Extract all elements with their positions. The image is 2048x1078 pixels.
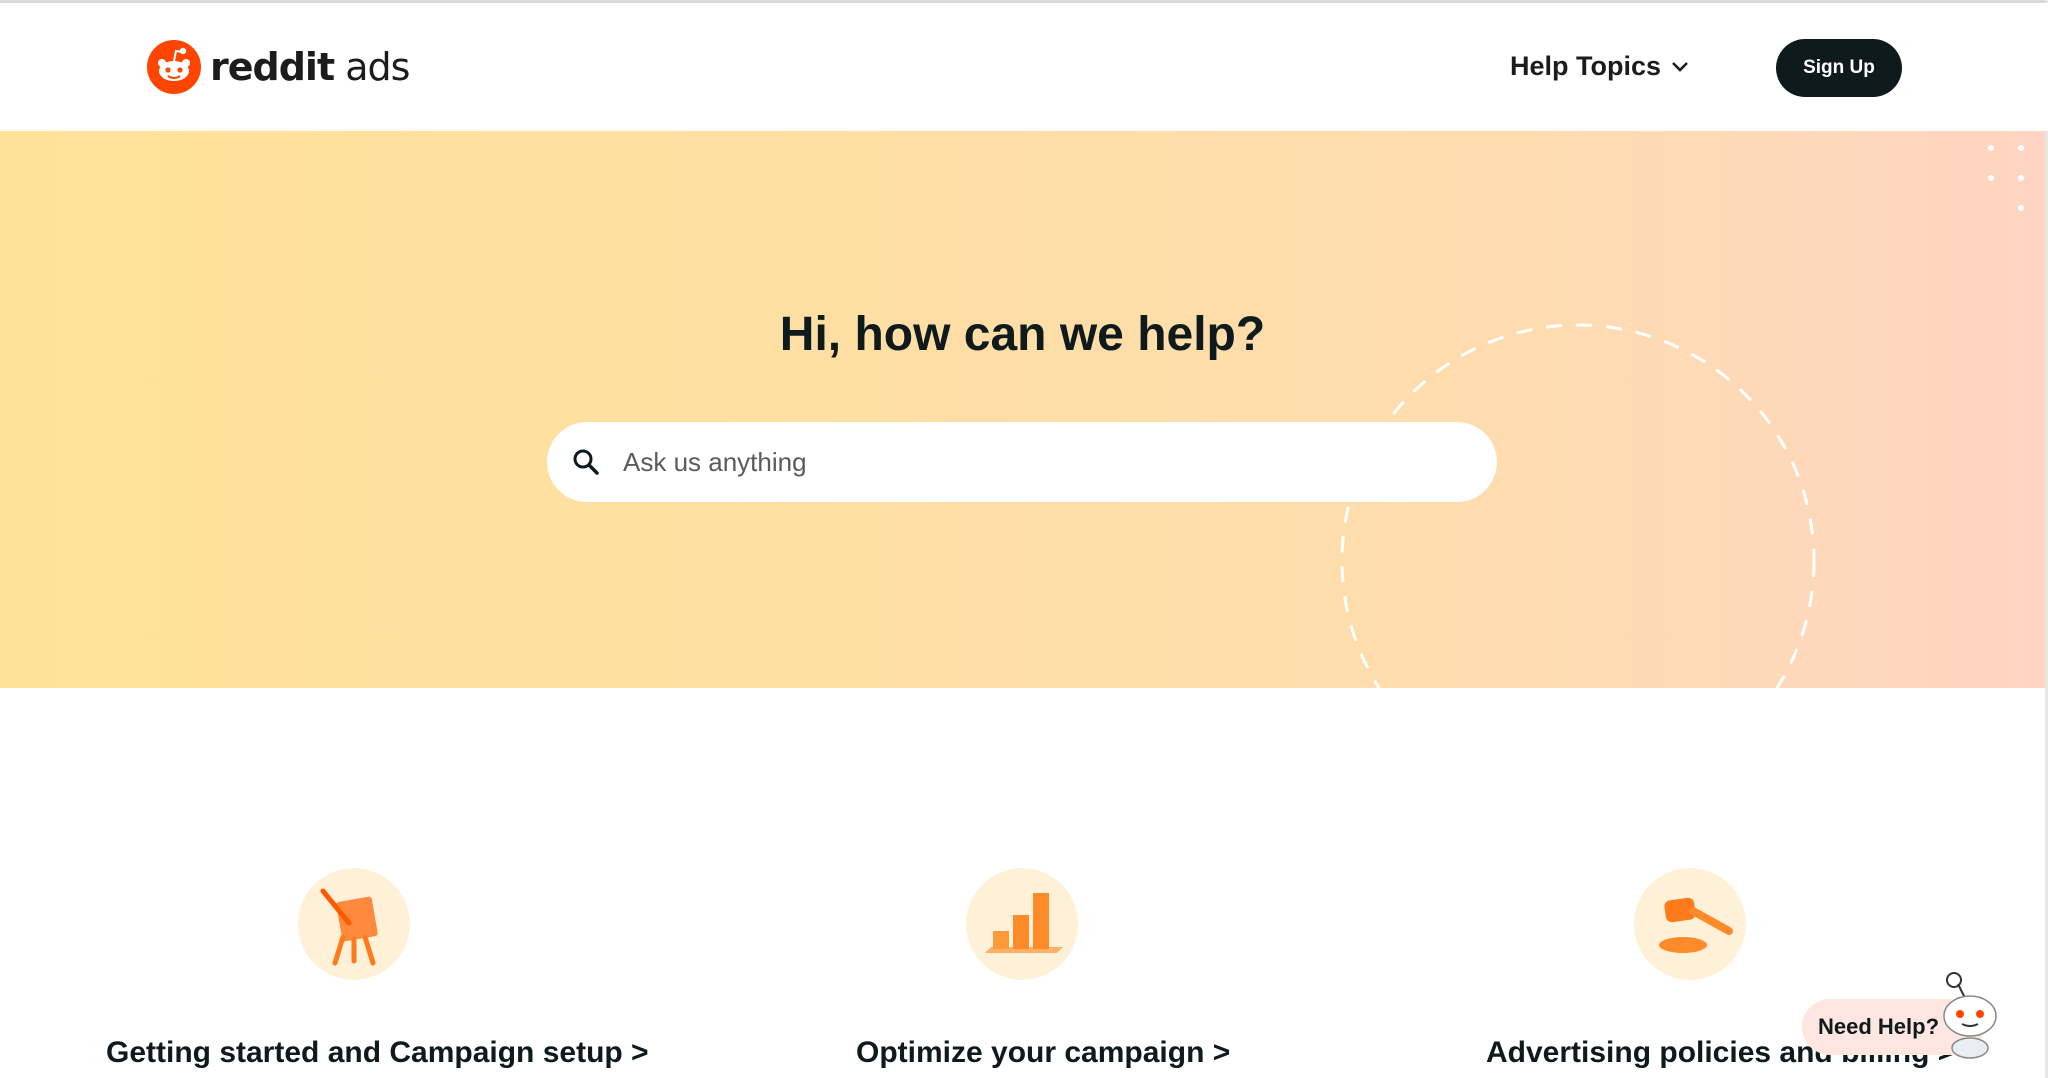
- logo-product: ads: [345, 45, 410, 89]
- help-topics-dropdown[interactable]: Help Topics: [1510, 51, 1689, 82]
- logo-brand: reddit: [210, 45, 335, 89]
- search-bar[interactable]: [547, 422, 1497, 502]
- snoo-mascot-icon[interactable]: [1928, 970, 2008, 1060]
- hero-banner: Hi, how can we help?: [0, 131, 2045, 688]
- page-title: Hi, how can we help?: [779, 308, 1266, 361]
- category-getting-started[interactable]: [298, 868, 410, 980]
- bar-chart-icon: [966, 868, 1078, 980]
- category-policies[interactable]: [1634, 868, 1746, 980]
- reddit-logo-icon: [147, 40, 201, 94]
- category-optimize[interactable]: [966, 868, 1078, 980]
- gavel-icon: [1634, 868, 1746, 980]
- need-help-label: Need Help?: [1818, 1014, 1940, 1039]
- sign-up-button[interactable]: Sign Up: [1776, 39, 1902, 97]
- logo-wordmark: reddit ads: [210, 45, 410, 89]
- help-topics-label: Help Topics: [1510, 51, 1662, 81]
- category-link-getting-started[interactable]: Getting started and Campaign setup >: [106, 1036, 649, 1070]
- search-input[interactable]: [621, 445, 1445, 479]
- easel-icon: [298, 868, 410, 980]
- decorative-dashed-circle: [1340, 145, 2024, 688]
- category-link-optimize[interactable]: Optimize your campaign >: [856, 1036, 1230, 1070]
- reddit-ads-logo[interactable]: reddit ads: [146, 39, 410, 95]
- search-icon: [569, 445, 603, 479]
- site-header: reddit ads Help Topics Sign Up: [0, 3, 2048, 131]
- chevron-down-icon: [1672, 61, 1688, 72]
